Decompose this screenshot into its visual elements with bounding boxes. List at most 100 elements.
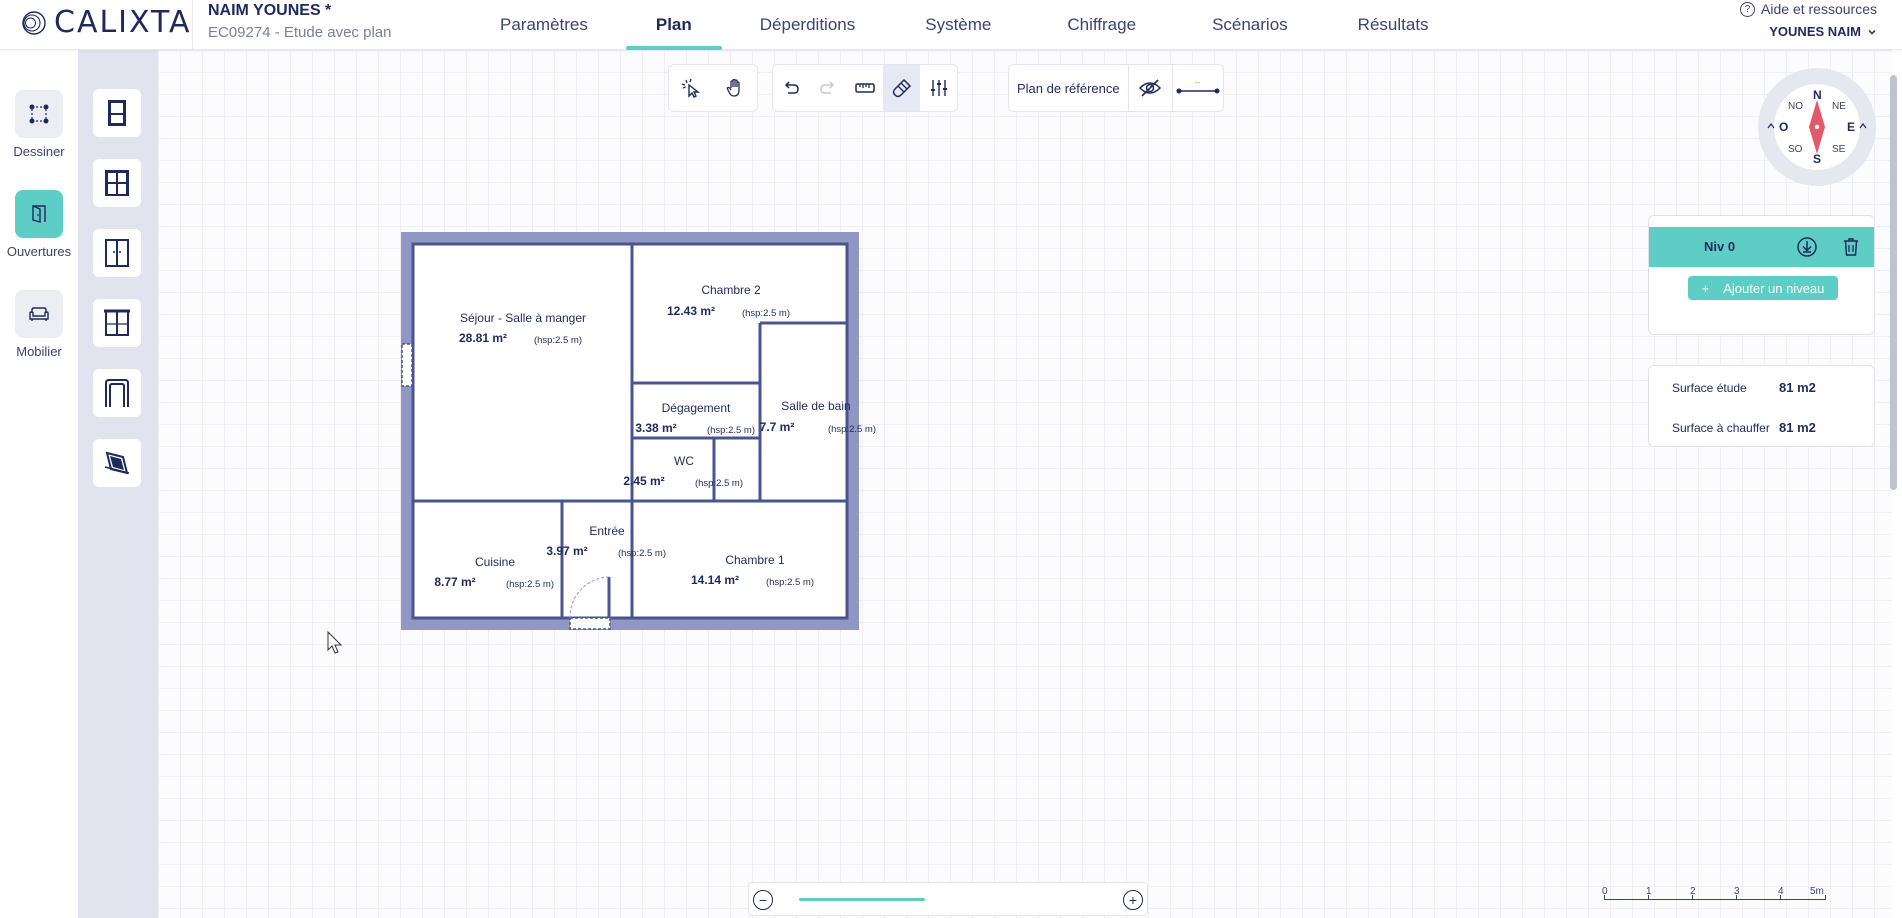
room-name: Chambre 2 xyxy=(701,283,761,297)
zoom-control: − + xyxy=(748,882,1148,916)
room-area: 3.97 m² xyxy=(546,544,587,558)
add-level-button[interactable]: + Ajouter un niveau xyxy=(1688,276,1838,300)
help-label: Aide et ressources xyxy=(1761,1,1877,17)
scale-label: 5m xyxy=(1810,886,1824,897)
scale-label: 1 xyxy=(1646,886,1652,897)
zoom-slider[interactable] xyxy=(799,898,925,901)
compass-rotate-left-icon[interactable] xyxy=(1767,122,1775,130)
toolbar-reference: Plan de référence -- xyxy=(1008,64,1224,112)
user-menu[interactable]: YOUNES NAIM xyxy=(1769,24,1877,39)
room-hsp: (hsp:2.5 m) xyxy=(618,548,666,559)
tab-plan[interactable]: Plan xyxy=(618,0,730,50)
compass-ne-label: NE xyxy=(1832,101,1846,112)
room-name: Dégagement xyxy=(662,401,731,415)
compass-south-label: S xyxy=(1813,152,1822,166)
logo-text: CALIXTA xyxy=(54,5,192,40)
tab-deperditions[interactable]: Déperditions xyxy=(730,0,885,50)
compass-needle-icon xyxy=(1809,100,1825,154)
help-link[interactable]: ? Aide et ressources xyxy=(1740,1,1877,17)
user-name: YOUNES NAIM xyxy=(1769,24,1861,39)
room-area: 14.14 m² xyxy=(691,573,739,587)
settings-sliders-button[interactable] xyxy=(920,65,957,111)
room-hsp: (hsp:2.5 m) xyxy=(695,478,743,489)
calixta-logo-icon xyxy=(22,11,46,35)
compass-east-label: E xyxy=(1847,120,1856,134)
scale-label: 4 xyxy=(1778,886,1784,897)
scale-label: 0 xyxy=(1602,886,1608,897)
tab-resultats[interactable]: Résultats xyxy=(1328,0,1459,50)
room-hsp: (hsp:2.5 m) xyxy=(707,425,755,436)
level-row-active[interactable]: Niv 0 xyxy=(1649,227,1874,267)
scale-tick xyxy=(1825,895,1826,900)
calixta-logo[interactable]: CALIXTA xyxy=(20,8,192,38)
room-area: 7.7 m² xyxy=(760,420,795,434)
room-hsp: (hsp:2.5 m) xyxy=(506,579,554,590)
tab-scenarios[interactable]: Scénarios xyxy=(1172,0,1328,50)
zoom-out-button[interactable]: − xyxy=(753,890,773,910)
line-segment-icon xyxy=(1176,88,1220,94)
room-hsp: (hsp:2.5 m) xyxy=(534,335,582,346)
undo-icon xyxy=(785,81,800,94)
magnet-snap-button[interactable] xyxy=(883,65,921,111)
compass-se-label: SE xyxy=(1832,144,1846,155)
ruler-icon xyxy=(855,83,875,93)
room-hsp: (hsp:2.5 m) xyxy=(742,308,790,319)
header-divider xyxy=(192,0,193,50)
reference-plan-button[interactable]: Plan de référence xyxy=(1009,65,1129,111)
room-area: 12.43 m² xyxy=(667,304,715,318)
room-name: Cuisine xyxy=(475,555,515,569)
delete-level-button[interactable] xyxy=(1839,235,1863,259)
scale-line-button[interactable]: -- xyxy=(1173,65,1223,111)
undo-button[interactable] xyxy=(773,65,810,111)
eye-off-icon xyxy=(1139,79,1162,97)
tab-parametres[interactable]: Paramètres xyxy=(470,0,618,50)
project-subtitle: EC09274 - Etude avec plan xyxy=(208,24,392,41)
download-icon xyxy=(1797,237,1817,257)
surface-label: Surface à chauffer xyxy=(1672,421,1770,435)
pan-tool-button[interactable] xyxy=(713,65,757,111)
tab-systeme[interactable]: Système xyxy=(885,0,1031,50)
compass-widget[interactable]: N S E O NO NE SO SE xyxy=(1758,68,1876,186)
download-level-button[interactable] xyxy=(1795,235,1819,259)
compass-west-label: O xyxy=(1779,120,1789,134)
select-pointer-icon xyxy=(681,78,701,98)
project-info: NAIM YOUNES * EC09274 - Etude avec plan xyxy=(208,2,391,41)
magnet-icon xyxy=(892,78,911,98)
scale-bar: 0 1 2 3 4 5m xyxy=(1600,886,1830,906)
measure-button[interactable] xyxy=(847,65,884,111)
toolbar-edit xyxy=(772,64,958,112)
chevron-down-icon xyxy=(1868,29,1876,35)
vertical-scrollbar[interactable] xyxy=(1890,75,1897,490)
surface-row: Surface étude 81 m2 xyxy=(1672,380,1862,395)
hand-icon xyxy=(726,78,740,97)
compass-sw-label: SO xyxy=(1788,144,1803,155)
redo-button[interactable] xyxy=(810,65,847,111)
room-name: Entrée xyxy=(589,524,625,538)
scale-line xyxy=(1604,899,1826,900)
sliders-icon xyxy=(930,80,947,96)
plus-icon: + xyxy=(1701,280,1710,296)
select-tool-button[interactable] xyxy=(669,65,713,111)
room-name: Séjour - Salle à manger xyxy=(460,311,586,325)
tab-chiffrage[interactable]: Chiffrage xyxy=(1031,0,1172,50)
room-area: 8.77 m² xyxy=(434,575,475,589)
compass-nw-label: NO xyxy=(1788,101,1803,112)
level-name: Niv 0 xyxy=(1704,239,1736,254)
room-name: Chambre 1 xyxy=(725,553,785,567)
room-hsp: (hsp:2.5 m) xyxy=(766,577,814,588)
mouse-cursor-icon xyxy=(327,630,343,654)
surface-value: 81 m2 xyxy=(1779,380,1816,395)
compass-rotate-right-icon[interactable] xyxy=(1859,122,1867,130)
toggle-visibility-button[interactable] xyxy=(1129,65,1173,111)
room-name: Salle de bain xyxy=(781,399,850,413)
room-area: 2.45 m² xyxy=(623,474,664,488)
room-area: 28.81 m² xyxy=(459,331,507,345)
floor-plan[interactable]: Séjour - Salle à manger 28.81 m² (hsp:2.… xyxy=(0,0,1902,918)
zoom-in-button[interactable]: + xyxy=(1123,890,1143,910)
help-icon: ? xyxy=(1740,1,1756,17)
scale-label: 2 xyxy=(1690,886,1696,897)
toolbar-navigation xyxy=(668,64,758,112)
window-left-wall[interactable] xyxy=(401,343,413,387)
main-tabs: Paramètres Plan Déperditions Système Chi… xyxy=(470,0,1459,50)
scale-label: 3 xyxy=(1734,886,1740,897)
